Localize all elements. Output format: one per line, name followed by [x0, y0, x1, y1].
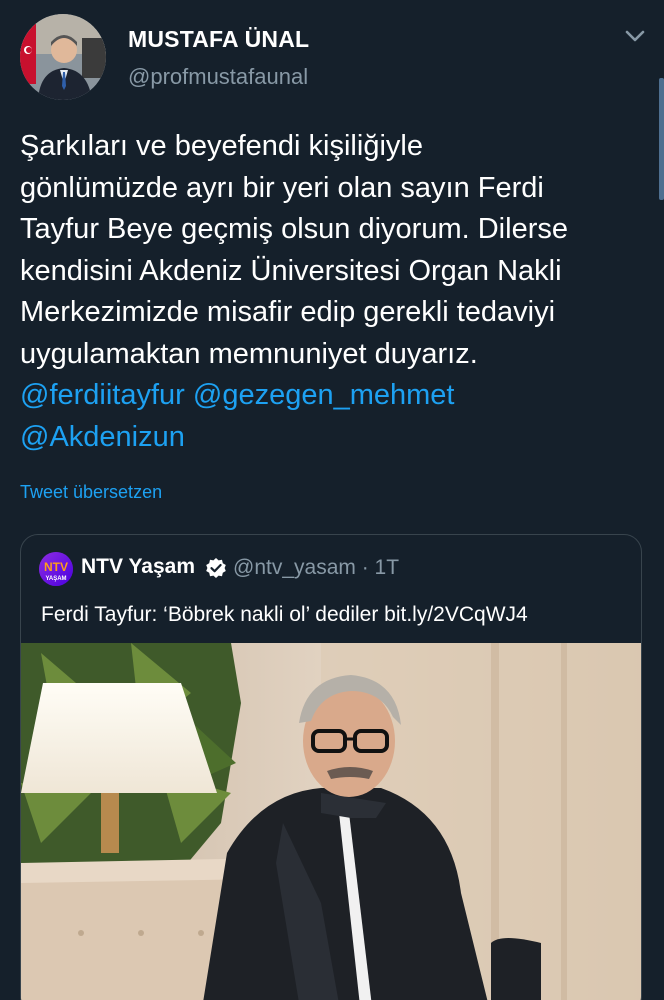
tweet-card: MUSTAFA ÜNAL @profmustafaunal Şarkıları … — [0, 0, 664, 1000]
quoted-tweet[interactable]: NTV YAŞAM NTV Yaşam @ntv_yasam · 1T Ferd… — [20, 534, 642, 1000]
quoted-avatar[interactable]: NTV YAŞAM — [39, 552, 73, 586]
tweet-text-line: kendisini Akdeniz Üniversitesi Organ Nak… — [20, 254, 562, 287]
mentions-line: @ferdiitayfur @gezegen_mehmet — [20, 375, 650, 417]
quoted-avatar-logo: NTV — [44, 560, 68, 574]
mention-gezegen-mehmet[interactable]: @gezegen_mehmet — [193, 379, 455, 411]
translate-tweet-link[interactable]: Tweet übersetzen — [20, 482, 162, 503]
quoted-display-name[interactable]: NTV Yaşam — [81, 555, 195, 579]
tweet-text-line: Şarkıları ve beyefendi kişiliğiyle — [20, 130, 423, 162]
tweet-text-line: Merkezimizde misafir edip gerekli tedavi… — [20, 296, 556, 328]
chevron-down-icon[interactable] — [624, 28, 646, 44]
scrollbar-thumb[interactable] — [659, 78, 664, 200]
quoted-avatar-sub: YAŞAM — [45, 576, 66, 582]
quoted-text: Ferdi Tayfur: ‘Böbrek nakli ol’ dediler … — [41, 603, 528, 626]
quoted-photo[interactable] — [21, 643, 641, 1000]
tweet-text-line: uygulamaktan memnuniyet duyarız. — [20, 337, 478, 370]
mention-ferdiitayfur[interactable]: @ferdiitayfur — [20, 379, 185, 411]
tweet-text: Şarkıları ve beyefendi kişiliğiyle gönlü… — [20, 126, 650, 458]
verified-badge-icon — [206, 558, 226, 578]
author-avatar[interactable] — [20, 14, 106, 100]
author-handle[interactable]: @profmustafaunal — [128, 64, 308, 90]
tweet-text-line: Tayfur Beye geçmiş olsun diyorum. Dilers… — [20, 213, 568, 245]
author-display-name[interactable]: MUSTAFA ÜNAL — [128, 26, 309, 53]
mention-akdenizun[interactable]: @Akdenizun — [20, 421, 185, 453]
mentions-line: @Akdenizun — [20, 417, 650, 459]
tweet-text-line: gönlümüzde ayrı bir yeri olan sayın Ferd… — [20, 171, 544, 204]
quoted-handle-time[interactable]: @ntv_yasam · 1T — [233, 556, 399, 580]
